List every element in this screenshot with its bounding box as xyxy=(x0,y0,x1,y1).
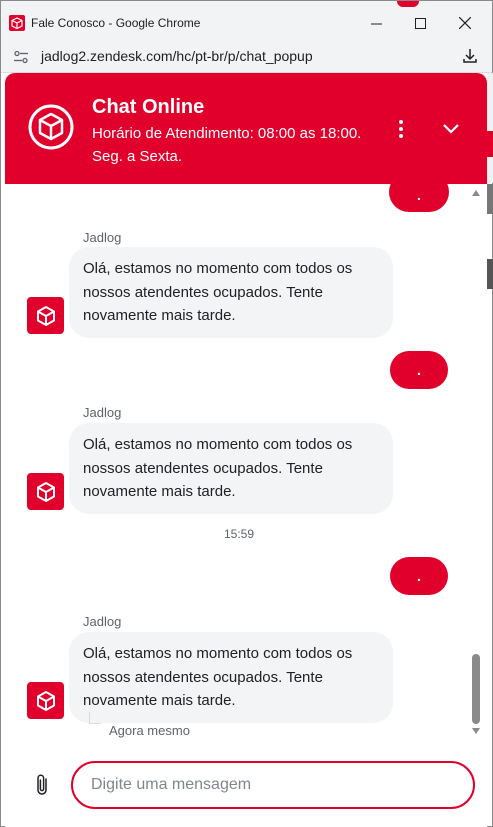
tab-indicator xyxy=(397,1,419,7)
composer xyxy=(5,741,487,827)
message-input[interactable] xyxy=(71,761,475,809)
bot-message-bubble: Olá, estamos no momento com todos os nos… xyxy=(69,247,393,338)
avatar xyxy=(27,473,64,510)
address-bar: jadlog2.zendesk.com/hc/pt-br/p/chat_popu… xyxy=(1,41,492,73)
jadlog-box-icon xyxy=(9,15,25,31)
message-timestamp: 15:59 xyxy=(223,527,255,541)
window-title: Fale Conosco - Google Chrome xyxy=(31,16,201,30)
minimize-icon xyxy=(370,23,382,24)
jadlog-box-icon xyxy=(36,305,55,326)
delivery-status: Agora mesmo xyxy=(109,723,190,738)
chat-title: Chat Online xyxy=(92,96,205,118)
maximize-icon xyxy=(414,17,426,29)
kebab-menu-icon[interactable] xyxy=(391,117,411,141)
jadlog-logo-icon xyxy=(28,104,74,150)
jadlog-box-icon xyxy=(36,481,55,502)
close-button[interactable] xyxy=(442,9,488,37)
message-list[interactable]: . Jadlog Olá, estamos no momento com tod… xyxy=(5,184,487,741)
chat-subtitle: Horário de Atendimento: 08:00 as 18:00. … xyxy=(92,125,362,165)
background-page xyxy=(487,131,493,157)
background-page xyxy=(487,259,493,289)
minimize-button[interactable] xyxy=(353,9,399,37)
scroll-up-icon[interactable] xyxy=(472,190,480,196)
url-text[interactable]: jadlog2.zendesk.com/hc/pt-br/p/chat_popu… xyxy=(41,48,313,64)
jadlog-box-icon xyxy=(36,690,55,711)
chevron-down-icon[interactable] xyxy=(439,117,463,141)
title-bar: Fale Conosco - Google Chrome xyxy=(1,1,492,45)
user-message-bubble: . xyxy=(390,351,448,389)
background-page xyxy=(487,73,493,183)
avatar xyxy=(27,297,64,334)
browser-window: Fale Conosco - Google Chrome jadlog2.zen… xyxy=(0,0,493,827)
background-page xyxy=(487,184,493,214)
status-divider xyxy=(89,712,101,724)
message-sender: Jadlog xyxy=(83,614,122,629)
tune-icon[interactable] xyxy=(13,49,29,65)
download-icon[interactable] xyxy=(461,47,479,65)
scrollbar[interactable] xyxy=(469,184,483,741)
avatar xyxy=(27,682,64,719)
user-message-bubble: . xyxy=(389,184,449,212)
scroll-down-icon[interactable] xyxy=(472,728,480,734)
scrollbar-thumb[interactable] xyxy=(472,654,480,724)
paperclip-icon[interactable] xyxy=(33,773,53,797)
chat-header: Chat Online Horário de Atendimento: 08:0… xyxy=(5,73,487,184)
user-message-bubble: . xyxy=(390,557,448,595)
maximize-button[interactable] xyxy=(397,9,443,37)
message-sender: Jadlog xyxy=(83,230,122,245)
bot-message-bubble: Olá, estamos no momento com todos os nos… xyxy=(69,632,393,723)
message-sender: Jadlog xyxy=(83,405,122,420)
close-icon xyxy=(459,17,471,29)
bot-message-bubble: Olá, estamos no momento com todos os nos… xyxy=(69,423,393,514)
